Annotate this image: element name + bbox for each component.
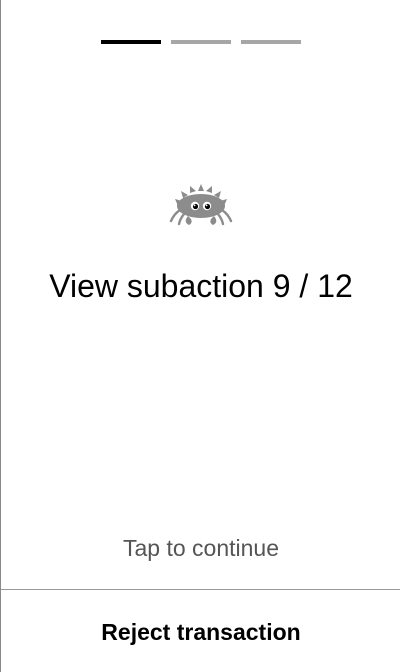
progress-step-2 xyxy=(171,40,231,44)
step-progress-indicator xyxy=(101,40,301,44)
progress-step-1-active xyxy=(101,40,161,44)
subaction-review-screen[interactable]: View subaction 9 / 12 Tap to continue Re… xyxy=(0,0,400,672)
tap-to-continue-hint[interactable]: Tap to continue xyxy=(1,535,400,561)
reject-transaction-label: Reject transaction xyxy=(101,619,301,645)
crab-mascot-icon xyxy=(169,184,233,226)
progress-step-3 xyxy=(241,40,301,44)
reject-transaction-button[interactable]: Reject transaction xyxy=(1,590,400,672)
subaction-title: View subaction 9 / 12 xyxy=(49,268,353,304)
